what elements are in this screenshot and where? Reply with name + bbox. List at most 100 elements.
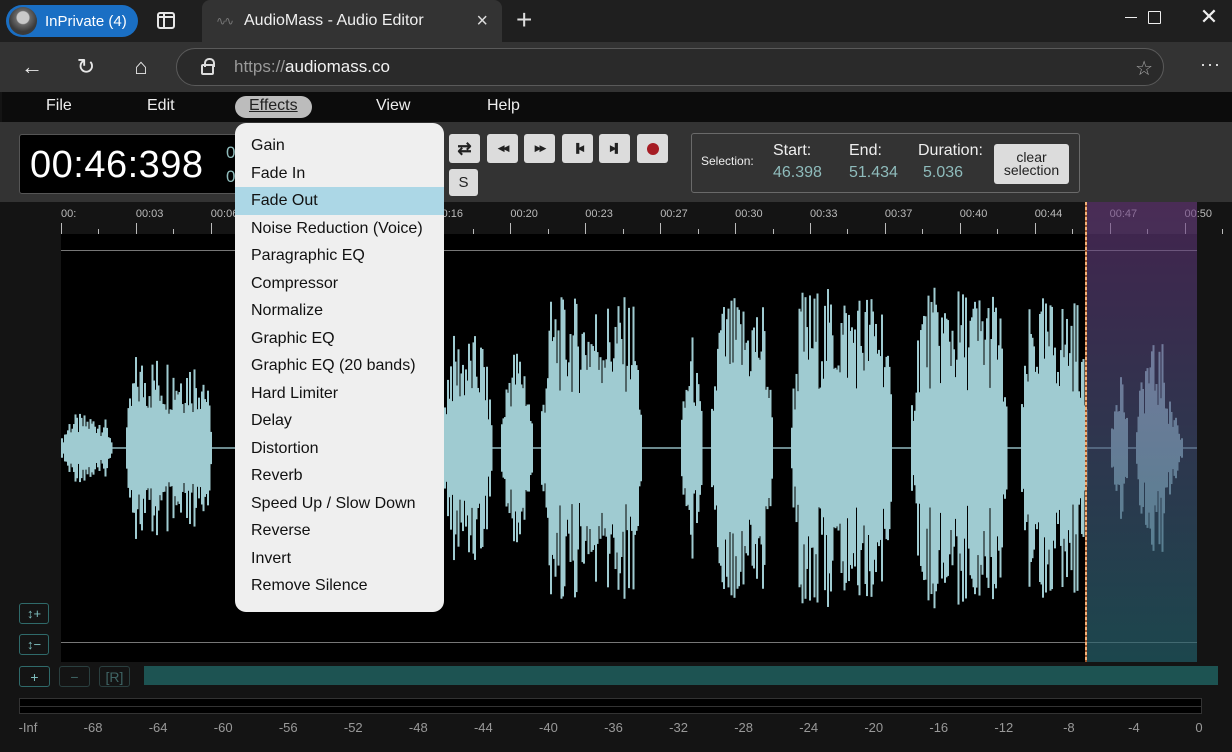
lock-icon[interactable] <box>201 58 215 75</box>
selection-start: Start: 46.398 <box>773 142 822 181</box>
playhead-cursor[interactable] <box>1085 202 1087 662</box>
effects-menu-item[interactable]: Reverb <box>235 462 444 490</box>
tab-title: AudioMass - Audio Editor <box>244 12 424 29</box>
ruler-major-tick <box>660 223 662 234</box>
menu-file[interactable]: File <box>32 96 86 118</box>
effects-menu-item[interactable]: Speed Up / Slow Down <box>235 490 444 518</box>
meter-label: -24 <box>799 720 819 735</box>
app-menubar: File Edit Effects View Help <box>2 92 1232 122</box>
waveform-sample <box>1005 406 1008 490</box>
effects-menu-item[interactable]: Fade In <box>235 160 444 188</box>
ruler-minor-tick <box>1221 229 1223 234</box>
fast-forward-button[interactable]: ▶▶ <box>524 134 555 163</box>
ruler-major-tick <box>61 223 62 234</box>
effects-menu-item[interactable]: Hard Limiter <box>235 380 444 408</box>
effects-menu-item[interactable]: Delay <box>235 407 444 435</box>
effects-menu-item[interactable]: Graphic EQ (20 bands) <box>235 352 444 380</box>
meter-label: -48 <box>408 720 428 735</box>
url-text: https://audiomass.co <box>234 57 390 76</box>
waveform-sample <box>210 431 212 465</box>
record-icon <box>646 142 659 155</box>
meter-label: -16 <box>929 720 949 735</box>
waveform-canvas[interactable] <box>61 234 1197 662</box>
meter-label: -32 <box>669 720 688 735</box>
ruler-label: 00:27 <box>660 208 688 220</box>
timeline-ruler[interactable]: 00:00:0300:0600:1000:1300:1600:2000:2300… <box>61 202 1223 234</box>
vertical-zoom-in-button[interactable]: ↕+ <box>19 603 49 624</box>
loop-icon: ⇄ <box>457 138 472 158</box>
effects-menu-item[interactable]: Noise Reduction (Voice) <box>235 215 444 243</box>
audiomass-app: File Edit Effects View Help 00:46:398 0 … <box>0 92 1232 752</box>
inprivate-button[interactable]: InPrivate (4) <box>6 5 138 37</box>
zoom-out-button[interactable]: − <box>59 666 90 687</box>
waveform-sample <box>771 417 773 479</box>
meter-label: -4 <box>1128 720 1140 735</box>
back-arrow-icon[interactable]: ← <box>18 53 46 81</box>
inprivate-label: InPrivate (4) <box>45 12 127 30</box>
meter-label: -8 <box>1063 720 1075 735</box>
channel-bottom-line <box>61 642 1197 643</box>
track-sidebar <box>0 202 60 662</box>
ruler-major-tick <box>884 223 886 234</box>
loop-button[interactable]: ⇄ <box>449 134 480 163</box>
effects-menu-item[interactable]: Remove Silence <box>235 572 444 600</box>
effects-menu-item[interactable]: Distortion <box>235 435 444 463</box>
ruler-label: 00:40 <box>959 208 988 220</box>
s-button[interactable]: S <box>449 169 478 196</box>
skip-to-start-button[interactable]: ▐◀ <box>562 134 593 163</box>
ruler-major-tick <box>585 223 587 234</box>
meter-label: -12 <box>994 720 1014 735</box>
tab-actions-icon[interactable] <box>157 12 175 29</box>
address-bar[interactable]: https://audiomass.co ☆ <box>176 48 1164 86</box>
window-close-button[interactable]: ✕ <box>1186 0 1232 34</box>
zoom-reset-button[interactable]: [R] <box>99 666 130 687</box>
effects-menu-item[interactable]: Normalize <box>235 297 444 325</box>
meter-label: -60 <box>213 720 233 735</box>
meter-label: 0 <box>1195 720 1203 735</box>
effects-menu-item[interactable]: Gain <box>235 132 444 160</box>
effects-dropdown: Gain Fade In Fade Out Noise Reduction (Voic… <box>235 123 444 612</box>
browser-titlebar: InPrivate (4) ∿∿ AudioMass - Audio Edito… <box>0 0 1232 42</box>
menu-view[interactable]: View <box>362 96 424 118</box>
fast-forward-icon: ▶▶ <box>534 143 547 153</box>
effects-menu-item[interactable]: Invert <box>235 545 444 573</box>
vertical-zoom-out-button[interactable]: ↕− <box>19 634 49 655</box>
profile-avatar-icon <box>9 7 37 35</box>
favorite-star-icon[interactable]: ☆ <box>1135 56 1153 81</box>
menu-help[interactable]: Help <box>473 96 534 118</box>
refresh-icon[interactable]: ↻ <box>72 53 100 81</box>
ruler-label: 00:20 <box>510 208 538 220</box>
maximize-button[interactable] <box>1131 0 1177 34</box>
time-display: 00:46:398 0 0 <box>19 134 259 194</box>
skip-to-end-button[interactable]: ▶▌ <box>599 134 630 163</box>
new-tab-button[interactable]: + <box>516 4 532 36</box>
ruler-major-tick <box>959 223 961 234</box>
effects-menu-item[interactable]: Paragraphic EQ <box>235 242 444 270</box>
selection-region[interactable] <box>1086 202 1197 662</box>
home-icon[interactable]: ⌂ <box>127 53 155 81</box>
effects-menu-item[interactable]: Graphic EQ <box>235 325 444 353</box>
ruler-major-tick <box>1034 223 1036 234</box>
audiomass-favicon-icon: ∿∿ <box>216 14 234 28</box>
ruler-major-tick <box>510 223 512 234</box>
record-button[interactable] <box>637 134 668 163</box>
zoom-in-button[interactable]: + <box>19 666 50 687</box>
waveform-area: 00:00:0300:0600:1000:1300:1600:2000:2300… <box>0 202 1232 662</box>
effects-menu-item[interactable]: Fade Out <box>235 187 444 215</box>
ruler-label: 00:44 <box>1034 208 1063 220</box>
browser-tab-active[interactable]: ∿∿ AudioMass - Audio Editor × <box>202 0 502 42</box>
meter-label: -52 <box>343 720 363 735</box>
selection-duration-value: 5.036 <box>923 164 964 181</box>
meter-label: -20 <box>864 720 884 735</box>
menu-effects[interactable]: Effects <box>235 96 312 118</box>
horizontal-scrollbar[interactable] <box>144 666 1218 685</box>
effects-menu-item[interactable]: Reverse <box>235 517 444 545</box>
ruler-label: 00:37 <box>884 208 913 220</box>
close-tab-icon[interactable]: × <box>476 10 488 33</box>
effects-menu-item[interactable]: Compressor <box>235 270 444 298</box>
clear-selection-button[interactable]: clear selection <box>994 144 1069 184</box>
menu-edit[interactable]: Edit <box>133 96 189 118</box>
meter-label: -64 <box>148 720 168 735</box>
more-options-icon[interactable]: ··· <box>1200 54 1221 75</box>
rewind-button[interactable]: ◀◀ <box>487 134 518 163</box>
